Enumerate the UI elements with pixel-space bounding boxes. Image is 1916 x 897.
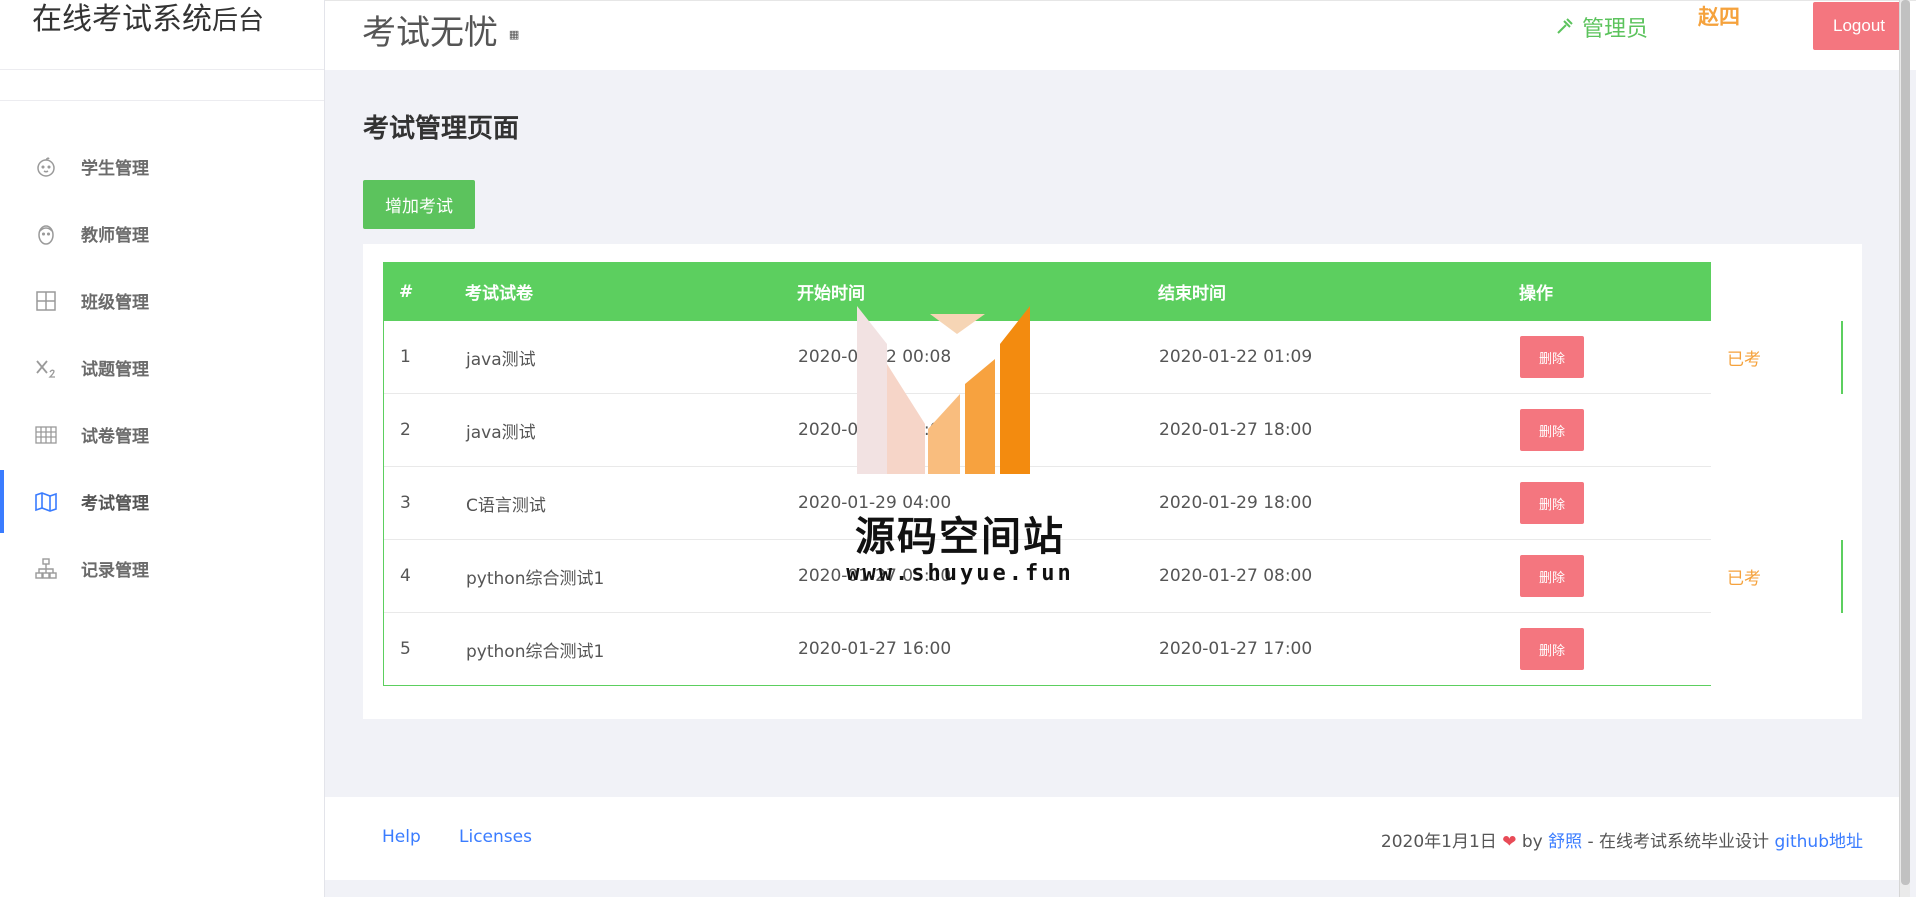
- cell-end: 2020-01-27 17:00: [1159, 639, 1313, 659]
- map-icon: [33, 489, 59, 515]
- cell-paper: python综合测试1: [466, 568, 605, 589]
- sidebar-item-label: 考试管理: [81, 494, 149, 514]
- footer: Help Licenses 2020年1月1日 ❤ by 舒照 - 在线考试系统…: [325, 797, 1899, 880]
- role-label: 管理员: [1582, 17, 1649, 42]
- subscript-x-icon: [33, 355, 59, 381]
- table-row: 3 C语言测试 2020-01-29 04:00 2020-01-29 18:0…: [383, 467, 1843, 540]
- cell-start: 2020-01-27 16:00: [798, 639, 952, 659]
- exam-status: 已考: [1711, 321, 1843, 394]
- cell-num: 1: [400, 347, 411, 367]
- exam-table: # 考试试卷 开始时间 结束时间 操作 1 java测试 2020-01-22 …: [383, 262, 1843, 686]
- table-row: 2 java测试 2020-01-27 15:00 2020-01-27 18:…: [383, 394, 1843, 467]
- scrollbar-thumb[interactable]: [1901, 0, 1910, 885]
- app-title-badge-icon: ▦: [508, 28, 520, 41]
- footer-credit: 2020年1月1日 ❤ by 舒照 - 在线考试系统毕业设计 github地址: [1381, 827, 1863, 852]
- page-title: 考试管理页面: [363, 114, 520, 144]
- brand-small: 后台: [212, 6, 265, 36]
- table-row: 1 java测试 2020-01-22 00:08 2020-01-22 01:…: [383, 321, 1843, 394]
- cell-start: 2020-01-29 04:00: [798, 493, 952, 513]
- sidebar-item-label: 记录管理: [81, 561, 149, 581]
- cell-end: 2020-01-27 18:00: [1159, 420, 1313, 440]
- cell-paper: python综合测试1: [466, 641, 605, 662]
- sitemap-icon: [33, 556, 59, 582]
- delete-button[interactable]: 删除: [1520, 336, 1584, 378]
- github-link[interactable]: github地址: [1774, 832, 1863, 852]
- header-actions: 操作: [1519, 284, 1553, 304]
- licenses-link[interactable]: Licenses: [459, 827, 532, 847]
- cell-paper: java测试: [466, 422, 536, 443]
- sidebar-item-label: 试题管理: [81, 360, 149, 380]
- top-header: 考试无忧 ▦ 管理员 赵四 Logout: [325, 0, 1916, 70]
- delete-button[interactable]: 删除: [1520, 555, 1584, 597]
- cell-start: 2020-01-22 00:08: [798, 347, 952, 367]
- app-title-text: 考试无忧: [362, 13, 498, 53]
- cell-paper: C语言测试: [466, 495, 546, 516]
- sidebar-item-label: 教师管理: [81, 226, 149, 246]
- header-num: #: [399, 281, 414, 302]
- role-link[interactable]: 管理员: [1555, 11, 1648, 43]
- delete-button[interactable]: 删除: [1520, 482, 1584, 524]
- sidebar-item-questions[interactable]: 试题管理: [0, 334, 324, 401]
- help-link[interactable]: Help: [382, 827, 421, 847]
- sidebar-item-label: 学生管理: [81, 159, 149, 179]
- username: 赵四: [1698, 5, 1740, 29]
- table-row: 5 python综合测试1 2020-01-27 16:00 2020-01-2…: [383, 613, 1843, 686]
- sidebar-item-students[interactable]: 学生管理: [0, 133, 324, 200]
- sidebar-menu: 学生管理 教师管理 班级管理 试题管理 试卷管理 考试管理 记录管理: [0, 133, 324, 602]
- cell-paper: java测试: [466, 349, 536, 370]
- cell-num: 5: [400, 639, 411, 659]
- cell-end: 2020-01-22 01:09: [1159, 347, 1313, 367]
- header-paper: 考试试卷: [465, 284, 533, 304]
- exam-status: 已考: [1711, 540, 1843, 613]
- footer-date: 2020年1月1日: [1380, 832, 1497, 852]
- sidebar-item-label: 试卷管理: [81, 427, 149, 447]
- delete-button[interactable]: 删除: [1520, 628, 1584, 670]
- brand-main: 在线考试系统: [32, 2, 212, 37]
- hammer-icon: [1555, 17, 1582, 42]
- table-icon: [33, 422, 59, 448]
- cell-start: 2020-01-27 05:00: [798, 566, 952, 586]
- footer-by: by: [1521, 832, 1543, 852]
- header-start: 开始时间: [797, 284, 865, 304]
- footer-desc: - 在线考试系统毕业设计: [1582, 832, 1775, 852]
- sidebar-item-label: 班级管理: [81, 293, 149, 313]
- cell-num: 4: [400, 566, 411, 586]
- cell-end: 2020-01-27 08:00: [1159, 566, 1313, 586]
- grid-icon: [33, 288, 59, 314]
- sidebar: 在线考试系统后台 学生管理 教师管理 班级管理 试题管理 试卷管理 考试管理 记…: [0, 0, 325, 897]
- header-end: 结束时间: [1158, 284, 1226, 304]
- sidebar-item-records[interactable]: 记录管理: [0, 535, 324, 602]
- cell-num: 3: [400, 493, 411, 513]
- baby-face-icon: [33, 154, 59, 180]
- sidebar-item-classes[interactable]: 班级管理: [0, 267, 324, 334]
- add-exam-button[interactable]: 增加考试: [363, 180, 475, 229]
- app-title: 考试无忧 ▦: [362, 5, 519, 54]
- cell-start: 2020-01-27 15:00: [798, 420, 952, 440]
- sidebar-item-papers[interactable]: 试卷管理: [0, 401, 324, 468]
- heart-icon: ❤: [1502, 832, 1517, 852]
- vertical-scrollbar[interactable]: [1899, 0, 1910, 897]
- author-link[interactable]: 舒照: [1548, 832, 1582, 852]
- table-header: # 考试试卷 开始时间 结束时间 操作: [383, 262, 1711, 321]
- brand: 在线考试系统后台: [0, 0, 324, 70]
- logout-button[interactable]: Logout: [1813, 2, 1905, 50]
- cell-end: 2020-01-29 18:00: [1159, 493, 1313, 513]
- sidebar-item-teachers[interactable]: 教师管理: [0, 200, 324, 267]
- sidebar-divider: [0, 70, 324, 101]
- table-row: 4 python综合测试1 2020-01-27 05:00 2020-01-2…: [383, 540, 1843, 613]
- sidebar-item-exams[interactable]: 考试管理: [0, 468, 324, 535]
- delete-button[interactable]: 删除: [1520, 409, 1584, 451]
- face-icon: [33, 221, 59, 247]
- cell-num: 2: [400, 420, 411, 440]
